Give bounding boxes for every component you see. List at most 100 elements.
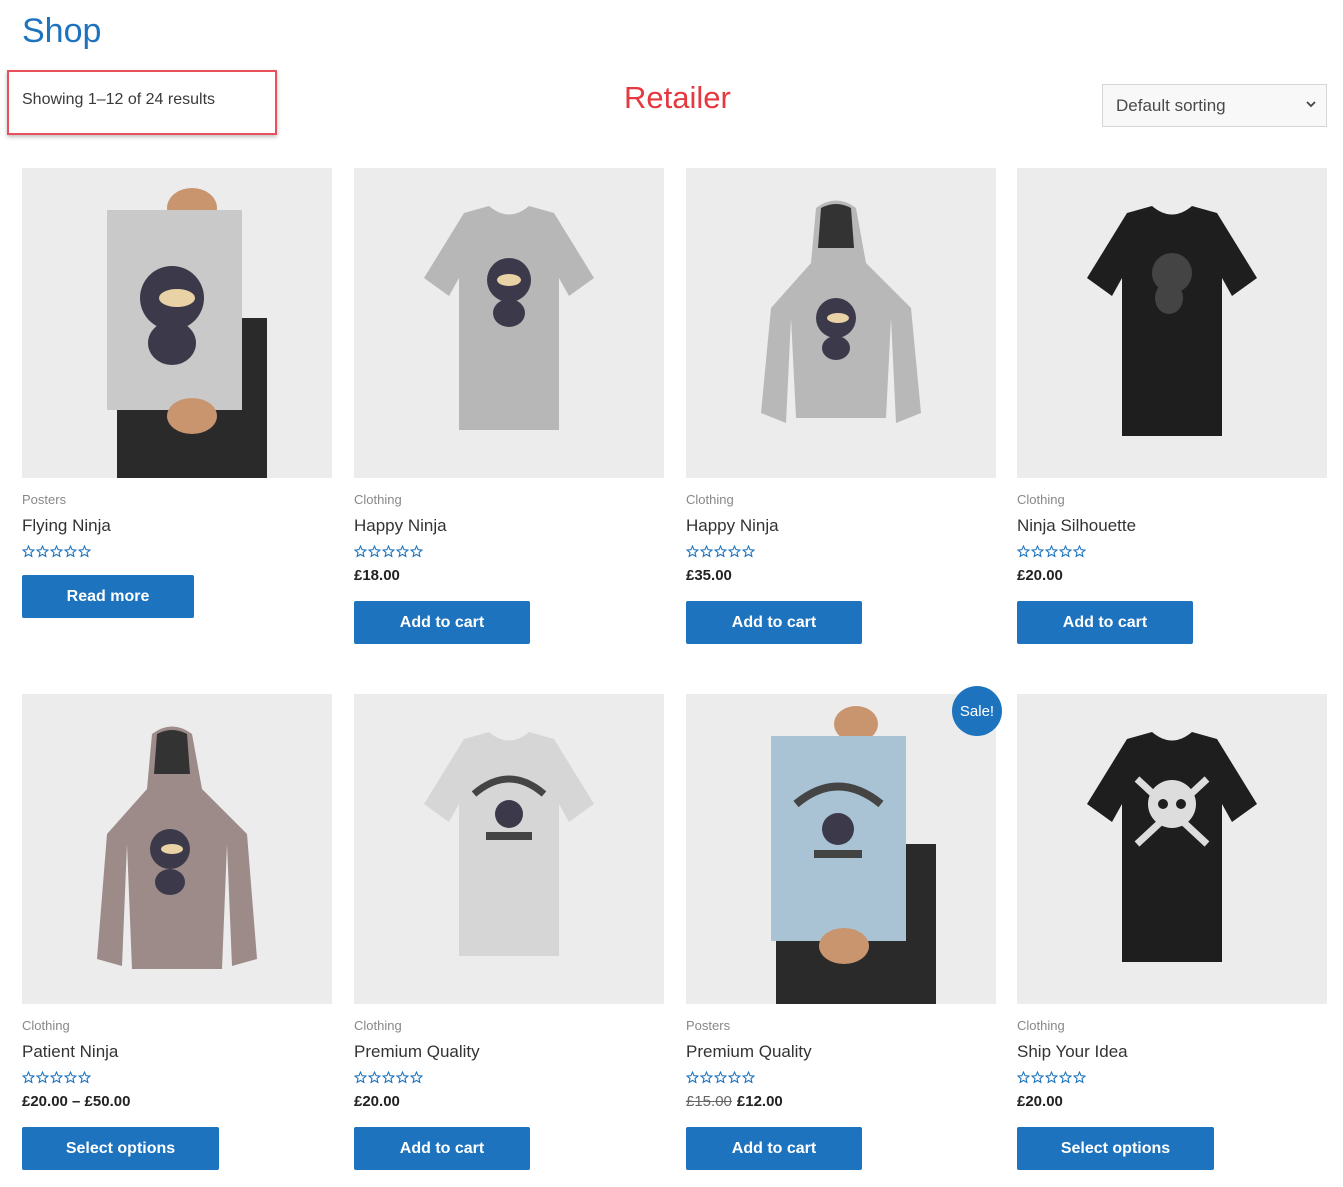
rating-star-icon <box>368 545 381 558</box>
product-image[interactable] <box>686 694 996 1004</box>
product-title[interactable]: Flying Ninja <box>22 516 111 536</box>
rating-star-icon <box>22 545 35 558</box>
product-image[interactable] <box>354 694 664 1004</box>
product-price: £18.00 <box>354 567 400 584</box>
product-title[interactable]: Happy Ninja <box>354 516 447 536</box>
product-action-button[interactable]: Add to cart <box>686 601 862 644</box>
rating-star-icon <box>368 1071 381 1084</box>
product-action-button[interactable]: Read more <box>22 575 194 618</box>
white-tshirt-icon <box>424 732 594 956</box>
product-title[interactable]: Happy Ninja <box>686 516 779 536</box>
rating-star-icon <box>1017 1071 1030 1084</box>
product-card: Clothing Ninja Silhouette £20.00 Add to … <box>1017 168 1327 644</box>
rating-star-icon <box>700 545 713 558</box>
rating-star-icon <box>36 1071 49 1084</box>
rating-star-icon <box>410 1071 423 1084</box>
product-title[interactable]: Premium Quality <box>354 1042 480 1062</box>
product-card: Clothing Premium Quality £20.00 Add to c… <box>354 694 664 1170</box>
rating-star-icon <box>1031 545 1044 558</box>
rating-star-icon <box>354 545 367 558</box>
rating-star-icon <box>382 1071 395 1084</box>
product-image[interactable] <box>354 168 664 478</box>
product-rating <box>686 1071 755 1085</box>
current-price: £18.00 <box>354 567 400 584</box>
product-image[interactable] <box>22 168 332 478</box>
product-category[interactable]: Clothing <box>354 492 402 507</box>
rating-star-icon <box>1045 545 1058 558</box>
product-category[interactable]: Clothing <box>686 492 734 507</box>
rating-star-icon <box>742 545 755 558</box>
poster-ninja-icon <box>107 188 267 478</box>
annotation-label: Retailer <box>624 80 731 115</box>
product-card: Clothing Happy Ninja £18.00 Add to cart <box>354 168 664 644</box>
product-title[interactable]: Ninja Silhouette <box>1017 516 1136 536</box>
current-price: £20.00 <box>354 1093 400 1110</box>
rating-star-icon <box>396 1071 409 1084</box>
rating-star-icon <box>50 1071 63 1084</box>
rating-star-icon <box>354 1071 367 1084</box>
current-price: £20.00 <box>1017 567 1063 584</box>
product-price: £20.00 – £50.00 <box>22 1093 130 1110</box>
product-title[interactable]: Ship Your Idea <box>1017 1042 1128 1062</box>
product-card: Posters Flying Ninja Read more <box>22 168 332 618</box>
product-rating <box>1017 1071 1086 1085</box>
product-image[interactable] <box>686 168 996 478</box>
rating-star-icon <box>1031 1071 1044 1084</box>
product-category[interactable]: Clothing <box>1017 492 1065 507</box>
sorting-selected-value: Default sorting <box>1116 95 1226 115</box>
product-action-button[interactable]: Add to cart <box>354 601 530 644</box>
product-rating <box>686 545 755 559</box>
rating-star-icon <box>36 545 49 558</box>
rating-star-icon <box>686 545 699 558</box>
product-category[interactable]: Posters <box>686 1018 730 1033</box>
product-image[interactable] <box>1017 168 1327 478</box>
product-price: £15.00 £12.00 <box>686 1093 783 1110</box>
product-price: £35.00 <box>686 567 732 584</box>
product-category[interactable]: Clothing <box>1017 1018 1065 1033</box>
grey-tshirt-icon <box>424 206 594 430</box>
product-action-button[interactable]: Add to cart <box>1017 601 1193 644</box>
rating-star-icon <box>50 545 63 558</box>
rating-star-icon <box>22 1071 35 1084</box>
rating-star-icon <box>382 545 395 558</box>
product-action-button[interactable]: Add to cart <box>354 1127 530 1170</box>
product-title[interactable]: Premium Quality <box>686 1042 812 1062</box>
black-tshirt-icon <box>1087 206 1257 436</box>
rating-star-icon <box>742 1071 755 1084</box>
rating-star-icon <box>728 545 741 558</box>
old-price: £15.00 <box>686 1093 732 1110</box>
page-title: Shop <box>22 12 102 50</box>
product-action-button[interactable]: Add to cart <box>686 1127 862 1170</box>
blue-poster-icon <box>771 706 936 1004</box>
rating-star-icon <box>686 1071 699 1084</box>
current-price: £20.00 – £50.00 <box>22 1093 131 1110</box>
current-price: £20.00 <box>1017 1093 1063 1110</box>
rating-star-icon <box>1073 1071 1086 1084</box>
rating-star-icon <box>714 1071 727 1084</box>
product-image[interactable] <box>22 694 332 1004</box>
product-card: Clothing Happy Ninja £35.00 Add to cart <box>686 168 996 644</box>
product-price: £20.00 <box>1017 1093 1063 1110</box>
product-action-button[interactable]: Select options <box>22 1127 219 1170</box>
product-category[interactable]: Posters <box>22 492 66 507</box>
product-card: Clothing Patient Ninja £20.00 – £50.00 S… <box>22 694 332 1170</box>
rating-star-icon <box>1045 1071 1058 1084</box>
product-rating <box>1017 545 1086 559</box>
rating-star-icon <box>1059 545 1072 558</box>
product-rating <box>354 545 423 559</box>
sale-badge: Sale! <box>952 686 1002 736</box>
current-price: £12.00 <box>736 1093 783 1110</box>
product-image[interactable] <box>1017 694 1327 1004</box>
product-card: Sale! Posters Premium Quality £15.00 £12.… <box>686 686 1002 1170</box>
product-category[interactable]: Clothing <box>354 1018 402 1033</box>
rating-star-icon <box>64 545 77 558</box>
rating-star-icon <box>396 545 409 558</box>
sorting-select[interactable]: Default sorting <box>1102 84 1327 127</box>
current-price: £35.00 <box>686 567 732 584</box>
rating-star-icon <box>1073 545 1086 558</box>
product-price: £20.00 <box>354 1093 400 1110</box>
rating-star-icon <box>1017 545 1030 558</box>
product-category[interactable]: Clothing <box>22 1018 70 1033</box>
product-action-button[interactable]: Select options <box>1017 1127 1214 1170</box>
product-title[interactable]: Patient Ninja <box>22 1042 118 1062</box>
